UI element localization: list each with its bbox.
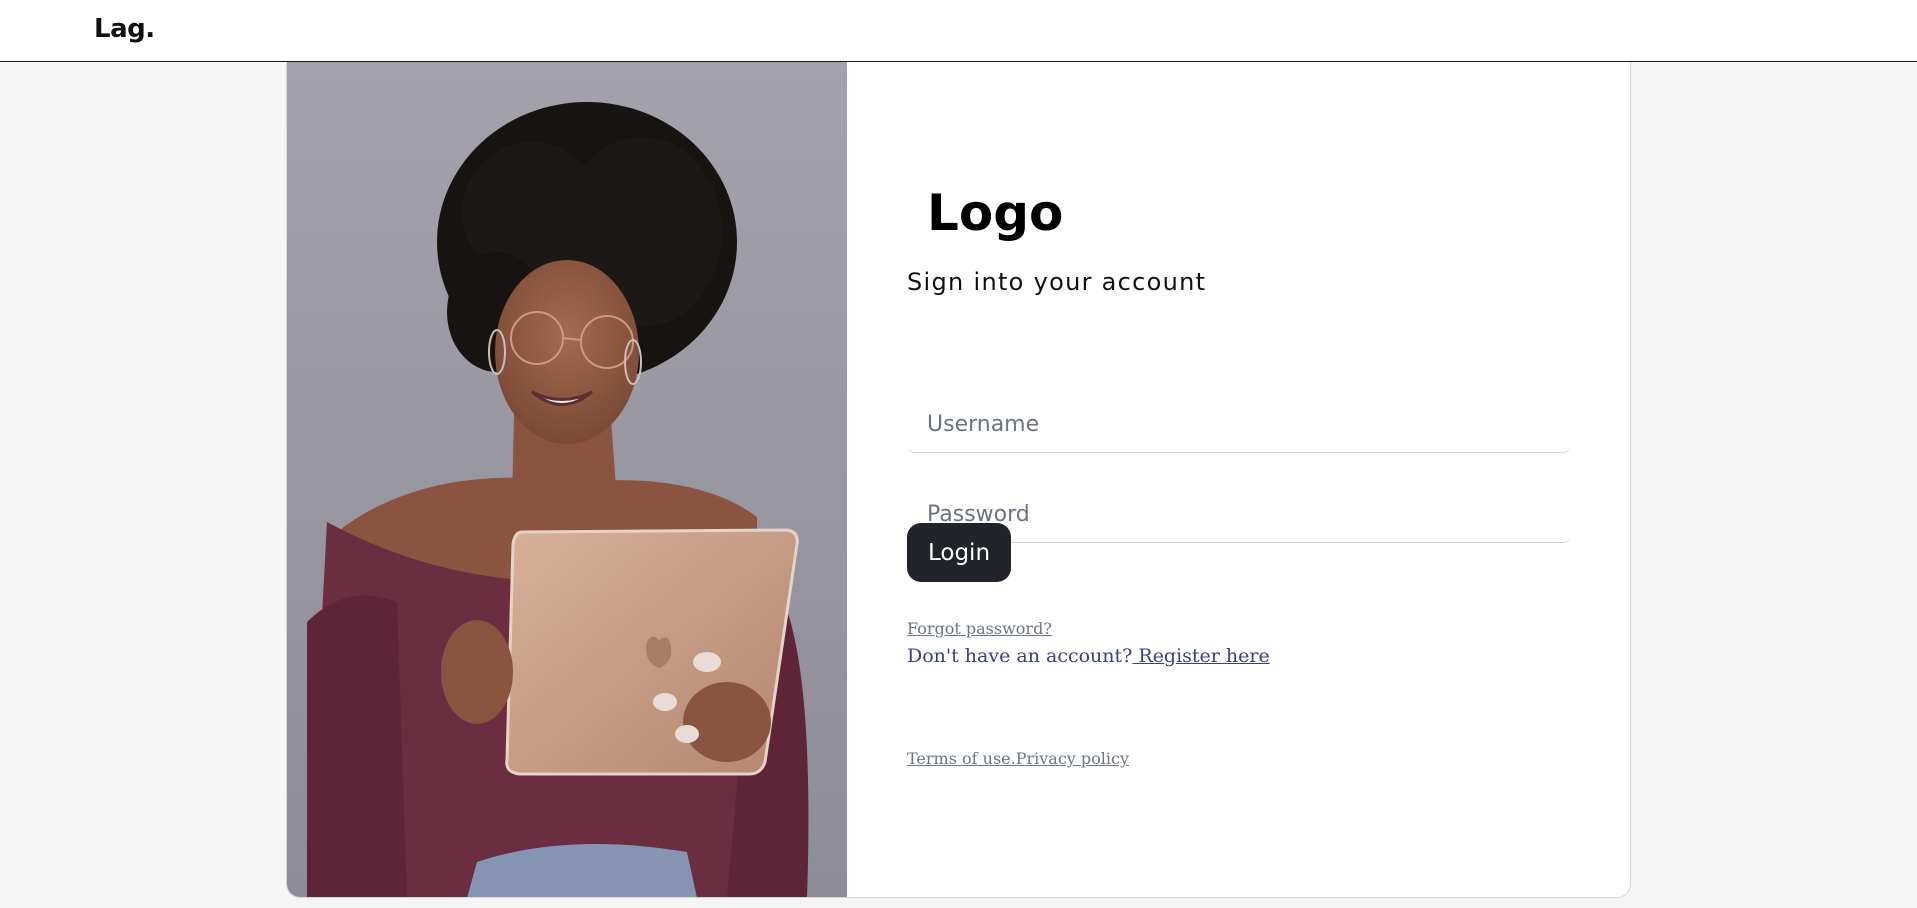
logo-title: Logo [927,184,1064,242]
brand-logo[interactable]: Lag. [94,14,155,44]
login-card: Logo Sign into your account Login Forgot… [286,62,1631,898]
login-button[interactable]: Login [907,523,1011,582]
login-form: Logo Sign into your account Login Forgot… [847,62,1630,897]
no-account-text: Don't have an account? [907,645,1133,667]
terms-of-use-link[interactable]: Terms of use. [907,749,1016,768]
register-link[interactable]: Register here [1132,645,1269,667]
register-prompt: Don't have an account? Register here [907,645,1270,667]
login-photo [287,62,847,897]
username-input[interactable] [907,397,1571,453]
legal-links: Terms of use.Privacy policy [907,749,1129,768]
top-navbar: Lag. [0,0,1917,62]
forgot-password-link[interactable]: Forgot password? [907,619,1052,638]
privacy-policy-link[interactable]: Privacy policy [1016,749,1129,768]
sign-in-heading: Sign into your account [907,268,1207,296]
